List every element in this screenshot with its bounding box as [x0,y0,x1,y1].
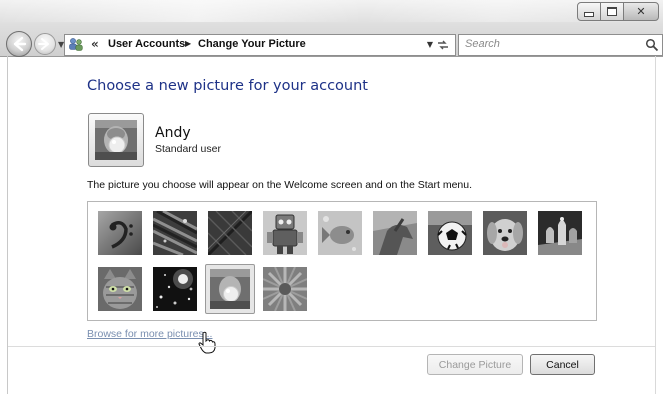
caption-buttons: ✕ [577,2,659,21]
user-name: Andy [155,125,191,141]
fish-picture[interactable] [318,211,362,255]
close-button[interactable]: ✕ [623,2,659,21]
soccer-ball-picture[interactable] [428,211,472,255]
change-picture-button[interactable]: Change Picture [427,354,523,375]
back-button[interactable] [6,31,32,57]
refresh-icon [438,40,448,49]
close-icon: ✕ [636,5,646,18]
footer-divider [8,346,655,347]
current-user-picture [88,113,144,167]
forward-button[interactable] [34,33,56,55]
flower-picture[interactable] [263,267,307,311]
sparkles-picture[interactable] [153,267,197,311]
breadcrumb-overflow[interactable]: « [91,37,99,51]
user-account-type: Standard user [155,143,221,155]
browse-more-pictures-link[interactable]: Browse for more pictures... [87,328,212,340]
chess-picture[interactable] [538,211,582,255]
breadcrumb-change-your-picture[interactable]: Change Your Picture [198,38,306,50]
beach-chairs-picture[interactable] [153,211,197,255]
content-border-right [655,56,656,394]
leaf-picture[interactable] [208,211,252,255]
search-input[interactable]: Search [465,38,500,50]
user-accounts-icon [69,38,83,51]
picture-info-text: The picture you choose will appear on th… [87,179,473,191]
gum-bubble-picture[interactable] [205,264,255,314]
back-arrow-icon [13,36,27,52]
bass-clef-picture[interactable] [98,211,142,255]
page-title: Choose a new picture for your account [87,78,368,94]
glass-gloss [0,0,663,22]
forward-arrow-icon [38,38,49,50]
content-border-left [7,56,8,394]
cancel-button[interactable]: Cancel [530,354,595,375]
hand-cursor-icon [198,331,216,354]
minimize-button[interactable] [577,2,601,21]
breadcrumb-user-accounts[interactable]: User Accounts [108,38,185,50]
gum-bubble-avatar [95,120,137,160]
maximize-icon [607,7,617,16]
horse-picture[interactable] [373,211,417,255]
search-icon[interactable] [645,38,659,52]
refresh-button[interactable] [432,35,454,54]
change-picture-window: ✕ ▼ « User Accounts ▶ Change Your Pictur… [0,0,663,394]
minimize-icon [584,12,594,17]
maximize-button[interactable] [600,2,624,21]
address-bar[interactable]: « User Accounts ▶ Change Your Picture ▼ [64,34,456,56]
search-box[interactable]: Search [458,34,663,56]
robot-picture[interactable] [263,211,307,255]
puppy-picture[interactable] [483,211,527,255]
picture-gallery [87,201,597,321]
kitten-picture[interactable] [98,267,142,311]
breadcrumb-arrow-icon[interactable]: ▶ [185,39,191,48]
